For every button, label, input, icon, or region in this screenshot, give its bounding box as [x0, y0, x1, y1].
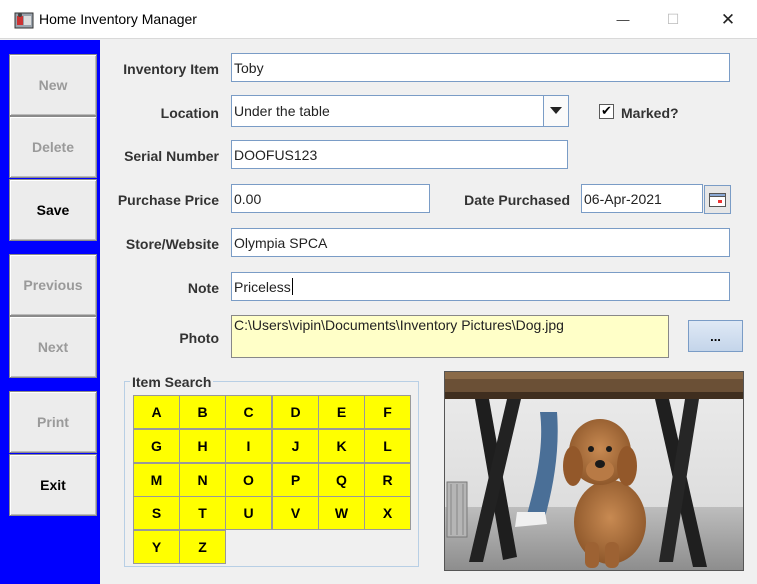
letter-button-v[interactable]: V — [272, 496, 319, 530]
serial-number-label: Serial Number — [124, 148, 219, 164]
window-title: Home Inventory Manager — [39, 11, 197, 27]
letter-button-j[interactable]: J — [272, 429, 319, 463]
date-purchased-field[interactable]: 06-Apr-2021 — [581, 184, 703, 213]
item-search-title: Item Search — [130, 374, 214, 390]
dog-photo-image — [445, 372, 743, 570]
letter-button-c[interactable]: C — [225, 395, 272, 429]
close-icon: ✕ — [720, 9, 736, 29]
next-button[interactable]: Next — [9, 316, 97, 378]
store-website-field[interactable]: Olympia SPCA — [231, 228, 730, 257]
inventory-item-label: Inventory Item — [123, 61, 219, 77]
photo-path-field: C:\Users\vipin\Documents\Inventory Pictu… — [231, 315, 669, 358]
letter-button-w[interactable]: W — [318, 496, 365, 530]
maximize-button[interactable]: ☐ — [650, 0, 696, 39]
calendar-icon — [709, 192, 726, 207]
letter-button-g[interactable]: G — [133, 429, 180, 463]
toolbar: New Delete Save Previous Next Print Exit — [0, 40, 100, 584]
letter-button-y[interactable]: Y — [133, 530, 180, 564]
letter-button-p[interactable]: P — [272, 463, 319, 497]
letter-button-f[interactable]: F — [364, 395, 411, 429]
date-purchased-label: Date Purchased — [464, 192, 570, 208]
inventory-item-field[interactable]: Toby — [231, 53, 730, 82]
close-button[interactable]: ✕ — [705, 0, 751, 39]
letter-button-r[interactable]: R — [364, 463, 411, 497]
letter-button-b[interactable]: B — [179, 395, 226, 429]
marked-checkbox[interactable]: ✔ — [599, 104, 614, 119]
minimize-icon: — — [616, 12, 630, 27]
letter-button-k[interactable]: K — [318, 429, 365, 463]
letter-button-x[interactable]: X — [364, 496, 411, 530]
previous-button[interactable]: Previous — [9, 254, 97, 316]
location-label: Location — [160, 105, 219, 121]
letter-button-d[interactable]: D — [272, 395, 319, 429]
store-website-label: Store/Website — [125, 236, 219, 252]
location-dropdown-button[interactable] — [543, 96, 568, 126]
letter-button-s[interactable]: S — [133, 496, 180, 530]
new-button[interactable]: New — [9, 54, 97, 116]
delete-button[interactable]: Delete — [9, 116, 97, 178]
serial-number-field[interactable]: DOOFUS123 — [231, 140, 568, 169]
title-bar: Home Inventory Manager — ☐ ✕ — [0, 0, 757, 39]
maximize-icon: ☐ — [666, 11, 680, 27]
letter-button-n[interactable]: N — [179, 463, 226, 497]
letter-button-h[interactable]: H — [179, 429, 226, 463]
note-field[interactable]: Priceless — [231, 272, 730, 301]
letter-button-e[interactable]: E — [318, 395, 365, 429]
save-button[interactable]: Save — [9, 179, 97, 241]
calendar-button[interactable] — [704, 185, 731, 214]
location-combobox[interactable]: Under the table — [231, 95, 569, 127]
minimize-button[interactable]: — — [600, 0, 646, 39]
marked-label: Marked? — [621, 105, 679, 121]
purchase-price-label: Purchase Price — [117, 192, 219, 208]
chevron-down-icon — [550, 107, 562, 114]
letter-button-l[interactable]: L — [364, 429, 411, 463]
letter-button-u[interactable]: U — [225, 496, 272, 530]
text-cursor — [291, 278, 293, 295]
letter-button-o[interactable]: O — [225, 463, 272, 497]
letter-button-q[interactable]: Q — [318, 463, 365, 497]
letter-button-z[interactable]: Z — [179, 530, 226, 564]
exit-button[interactable]: Exit — [9, 454, 97, 516]
letter-button-t[interactable]: T — [179, 496, 226, 530]
letter-button-m[interactable]: M — [133, 463, 180, 497]
print-button[interactable]: Print — [9, 391, 97, 453]
letter-button-a[interactable]: A — [133, 395, 180, 429]
letter-button-i[interactable]: I — [225, 429, 272, 463]
photo-label: Photo — [179, 330, 219, 346]
purchase-price-field[interactable]: 0.00 — [231, 184, 430, 213]
item-photo — [444, 371, 744, 571]
location-value: Under the table — [234, 103, 330, 119]
app-icon — [14, 10, 34, 30]
browse-photo-button[interactable]: ... — [688, 320, 743, 352]
note-value: Priceless — [234, 278, 291, 295]
note-label: Note — [187, 280, 219, 296]
